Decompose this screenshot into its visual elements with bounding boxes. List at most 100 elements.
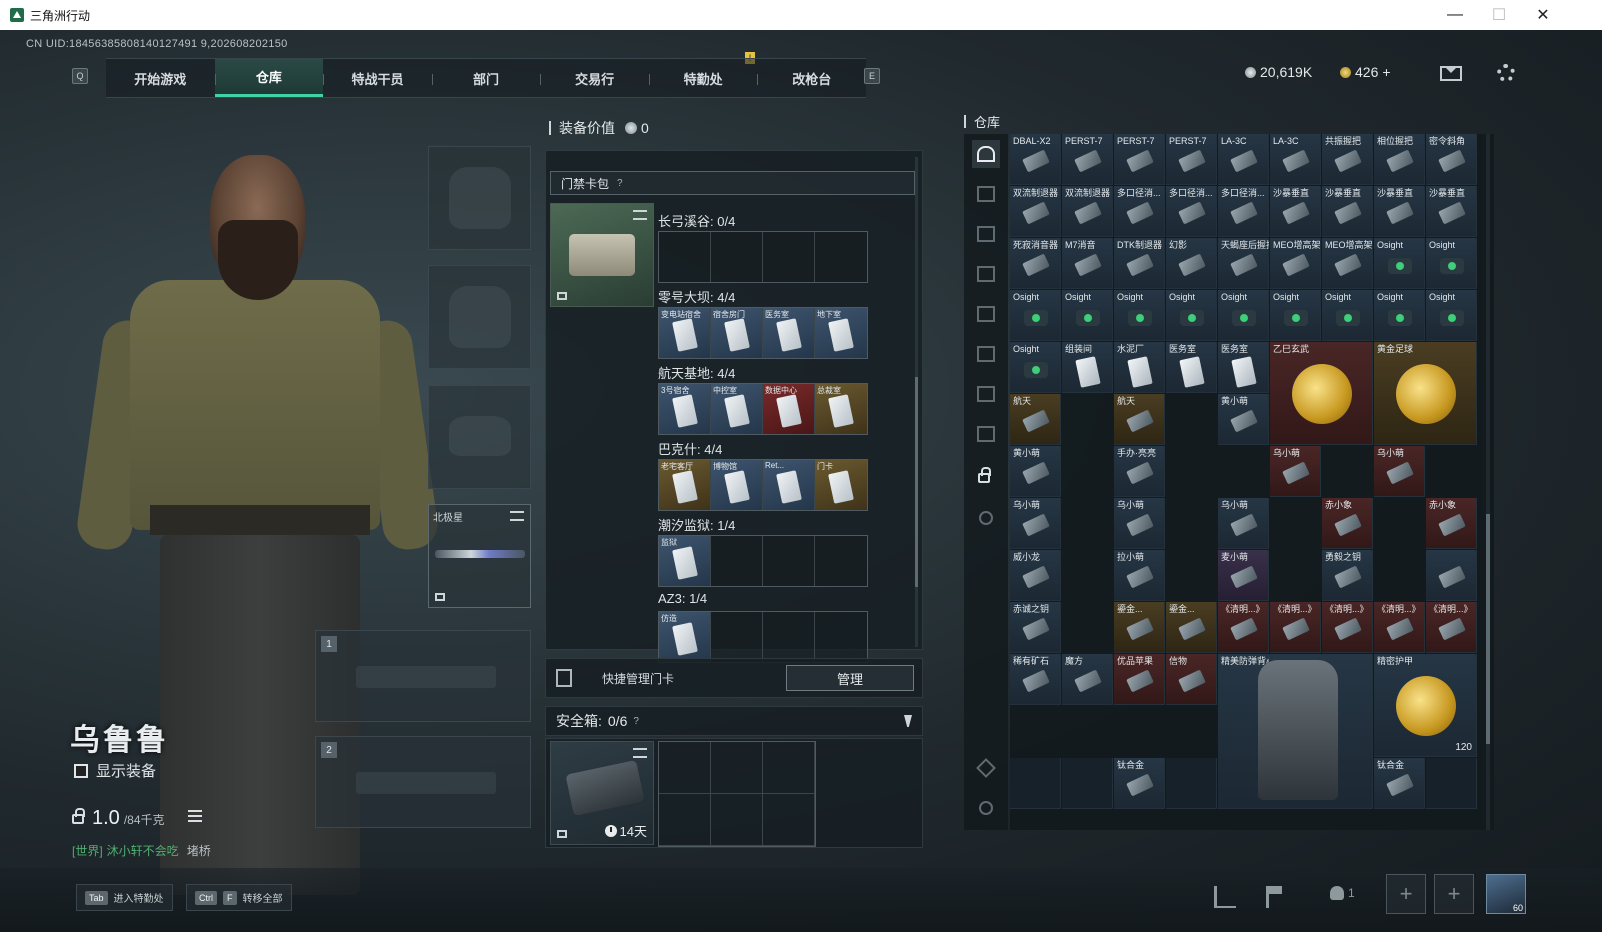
helmet-slot[interactable] <box>428 146 531 250</box>
storage-item[interactable]: 黄小萌 <box>1218 394 1269 445</box>
storage-item[interactable]: 赤诚之钥 <box>1010 602 1061 653</box>
stats-chart-icon[interactable] <box>1214 886 1236 908</box>
storage-item[interactable]: 《清明...》 <box>1374 602 1425 653</box>
empty-keycard-slot[interactable] <box>711 536 763 586</box>
sort-items-button[interactable] <box>972 794 1000 822</box>
keycard-slot[interactable]: 3号宿舍 <box>659 384 711 434</box>
keycard-slot[interactable]: 老宅客厅 <box>659 460 711 510</box>
keycard-slot[interactable]: 宿舍房门 <box>711 308 763 358</box>
storage-item[interactable]: PERST-7 <box>1114 134 1165 185</box>
storage-tab-1[interactable] <box>972 180 1000 208</box>
storage-item[interactable]: LA-3C <box>1218 134 1269 185</box>
empty-storage-slot[interactable] <box>1062 758 1113 809</box>
storage-item[interactable]: 航天 <box>1114 394 1165 445</box>
empty-keycard-slot[interactable] <box>659 232 711 282</box>
chat-sender[interactable]: 沐小轩不会吃 <box>107 844 179 858</box>
storage-grid[interactable]: DBAL-X2 PERST-7 PERST-7 PERST-7 LA-3C LA-3C 共振… <box>1010 134 1494 830</box>
storage-item-large[interactable]: 乙巳玄武 <box>1270 342 1373 445</box>
keycard-slot[interactable]: 门卡 <box>815 460 867 510</box>
storage-item[interactable]: Osight <box>1426 238 1477 289</box>
flag-icon[interactable] <box>1266 886 1282 908</box>
storage-item[interactable]: DBAL-X2 <box>1010 134 1061 185</box>
scrollbar-thumb[interactable] <box>915 377 918 587</box>
storage-item[interactable]: 乌小萌 <box>1218 498 1269 549</box>
storage-item[interactable]: 麦小萌 <box>1218 550 1269 601</box>
storage-item[interactable]: Osight <box>1010 290 1061 341</box>
invite-slot-button[interactable]: + <box>1434 874 1474 914</box>
swap-icon[interactable] <box>510 511 524 521</box>
storage-item[interactable]: 《清明...》 <box>1270 602 1321 653</box>
keycard-slot[interactable]: 医务室 <box>763 308 815 358</box>
armor-slot[interactable] <box>428 265 531 369</box>
storage-tab-5[interactable] <box>972 340 1000 368</box>
safe-box-cell[interactable] <box>659 794 711 846</box>
storage-item-vest[interactable]: 精美防弹背心 阿萨拉 <box>1218 654 1373 809</box>
swap-icon[interactable] <box>633 748 647 758</box>
enter-special-ops-hotkey[interactable]: Tab 进入特勤处 <box>76 884 173 911</box>
storage-item[interactable]: Osight <box>1374 290 1425 341</box>
empty-keycard-slot[interactable] <box>711 612 763 662</box>
safe-box-item[interactable]: 14天 <box>550 741 654 845</box>
swap-icon[interactable] <box>633 210 647 220</box>
storage-item[interactable]: MEO增高架 <box>1270 238 1321 289</box>
player-avatar[interactable]: 60 <box>1486 874 1526 914</box>
invite-slot-button[interactable]: + <box>1386 874 1426 914</box>
empty-keycard-slot[interactable] <box>815 232 867 282</box>
storage-item[interactable]: 稀有矿石 <box>1010 654 1061 705</box>
safe-box-cell[interactable] <box>711 742 763 794</box>
storage-item[interactable]: 黄小萌 <box>1010 446 1061 497</box>
friends-online[interactable]: 1 <box>1330 886 1355 900</box>
safe-box-cell[interactable] <box>659 742 711 794</box>
storage-item[interactable]: 鎏金... <box>1166 602 1217 653</box>
safe-box-cell[interactable] <box>763 794 815 846</box>
storage-item[interactable]: Osight <box>1426 290 1477 341</box>
keycard-slot[interactable]: 总裁室 <box>815 384 867 434</box>
settings-gear-icon[interactable] <box>1497 64 1515 82</box>
storage-item[interactable]: 乌小萌 <box>1270 446 1321 497</box>
storage-item-armor[interactable]: 精密护甲 120 <box>1374 654 1477 757</box>
tab-special-ops[interactable]: 特勤处 <box>648 59 758 97</box>
storage-item[interactable]: LA-3C <box>1270 134 1321 185</box>
empty-keycard-slot[interactable] <box>711 232 763 282</box>
next-tab-key[interactable]: E <box>864 68 880 84</box>
pistol-slot[interactable] <box>428 385 531 489</box>
keycard-slot[interactable]: 变电站宿舍 <box>659 308 711 358</box>
storage-item[interactable]: 双流制退器 <box>1010 186 1061 237</box>
storage-item[interactable]: 幻影 <box>1166 238 1217 289</box>
storage-item[interactable]: Osight <box>1374 238 1425 289</box>
keycard-scrollbar[interactable] <box>915 157 918 647</box>
storage-tab-7[interactable] <box>972 420 1000 448</box>
show-equipment-toggle[interactable]: 显示装备 <box>74 760 156 781</box>
storage-item[interactable]: 优品苹果 <box>1114 654 1165 705</box>
storage-item[interactable]: 多口径消... <box>1218 186 1269 237</box>
close-button[interactable]: ✕ <box>1520 0 1566 30</box>
storage-item[interactable]: MEO增高架 <box>1322 238 1373 289</box>
storage-item[interactable]: 相位握把 <box>1374 134 1425 185</box>
storage-item[interactable]: 医务室 <box>1166 342 1217 393</box>
storage-item[interactable]: 魔方 <box>1062 654 1113 705</box>
help-icon[interactable]: ? <box>633 716 639 727</box>
transfer-all-hotkey[interactable]: Ctrl F 转移全部 <box>186 884 292 911</box>
tab-department[interactable]: 部门 <box>431 59 541 97</box>
storage-item[interactable]: Osight <box>1114 290 1165 341</box>
storage-item[interactable]: Osight <box>1218 290 1269 341</box>
storage-item[interactable]: 《清明...》 <box>1322 602 1373 653</box>
storage-item[interactable]: Osight <box>1270 290 1321 341</box>
keycard-slot[interactable]: 博物馆 <box>711 460 763 510</box>
keycard-slot[interactable]: Ret... <box>763 460 815 510</box>
storage-item[interactable]: 信物 <box>1166 654 1217 705</box>
empty-storage-slot[interactable] <box>1426 758 1477 809</box>
storage-item[interactable]: 《清明...》 <box>1218 602 1269 653</box>
storage-item[interactable]: 沙暴垂直 <box>1426 186 1477 237</box>
tab-operators[interactable]: 特战干员 <box>323 59 432 97</box>
storage-item[interactable]: 钛合金 <box>1374 758 1425 809</box>
storage-item[interactable]: 医务室 <box>1218 342 1269 393</box>
keycard-slot[interactable]: 地下室 <box>815 308 867 358</box>
manage-button[interactable]: 管理 <box>786 665 914 691</box>
storage-item[interactable]: 多口径消... <box>1114 186 1165 237</box>
safe-box-cell[interactable] <box>763 742 815 794</box>
tab-warehouse[interactable]: 仓库 <box>214 59 324 97</box>
empty-keycard-slot[interactable] <box>763 612 815 662</box>
storage-tab-2[interactable] <box>972 220 1000 248</box>
keycard-slot[interactable]: 仿造 <box>659 612 711 662</box>
